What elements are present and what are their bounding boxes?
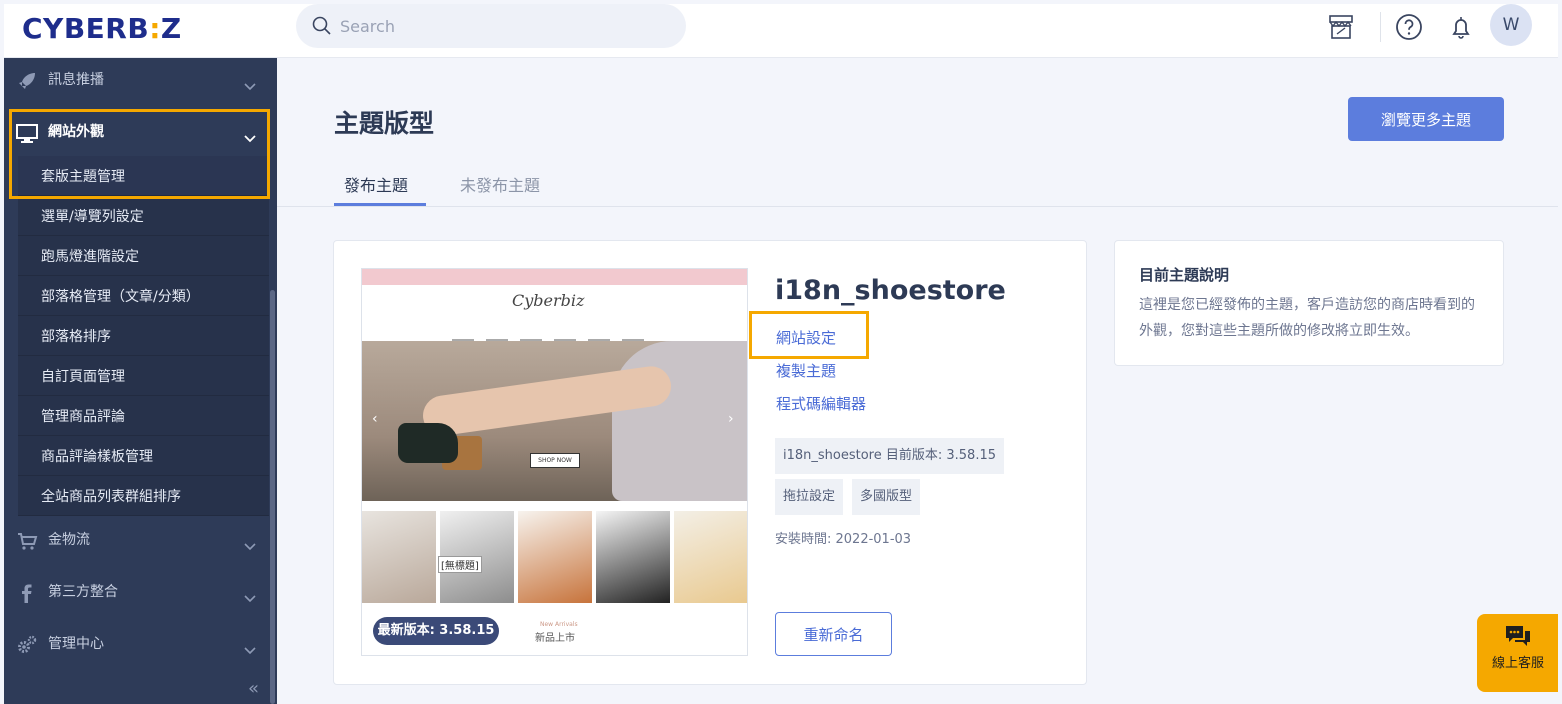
multi-country-tag: 多國版型 [852, 479, 921, 515]
drag-setting-tag: 拖拉設定 [775, 479, 844, 515]
sidebar-scrollbar[interactable] [270, 290, 275, 704]
browse-more-themes-button[interactable]: 瀏覽更多主題 [1348, 97, 1504, 141]
sidebar-item-reviews[interactable]: 管理商品評論 [18, 396, 269, 436]
preview-logo: Cyberbiz [512, 291, 585, 310]
sidebar-group-third-party[interactable]: 第三方整合 [4, 570, 269, 616]
store-icon[interactable] [1326, 12, 1356, 42]
preview-top-strip [362, 269, 747, 285]
rename-button[interactable]: 重新命名 [775, 612, 892, 656]
chevron-down-icon [244, 640, 256, 659]
sidebar-group-label: 管理中心 [48, 636, 104, 652]
cart-icon [16, 530, 38, 552]
sidebar-item-blog-order[interactable]: 部落格排序 [18, 316, 269, 356]
highlight-frame-sidebar [9, 109, 270, 199]
sidebar-group-label: 金物流 [48, 532, 90, 548]
info-title: 目前主題說明 [1139, 266, 1230, 284]
sidebar-item-label: 自訂頁面管理 [41, 369, 125, 385]
rocket-icon [16, 70, 38, 92]
search-box[interactable] [296, 4, 686, 48]
current-version-tag: i18n_shoestore 目前版本: 3.58.15 [775, 438, 1005, 474]
sidebar-item-menu-settings[interactable]: 選單/導覽列設定 [18, 196, 269, 236]
chevron-right-icon: › [728, 411, 734, 427]
chevron-down-icon [244, 588, 256, 607]
preview-hero-banner: SHOP NOW ‹ › [362, 341, 747, 501]
bell-icon[interactable] [1446, 12, 1476, 42]
page-title: 主題版型 [334, 109, 435, 138]
sidebar-item-custom-pages[interactable]: 自訂頁面管理 [18, 356, 269, 396]
sidebar-item-blog-management[interactable]: 部落格管理（文章/分類） [18, 276, 269, 316]
help-icon[interactable] [1394, 12, 1424, 42]
header-divider [1380, 12, 1381, 42]
sidebar-group-admin-center[interactable]: 管理中心 [4, 622, 269, 668]
sidebar-item-label: 全站商品列表群組排序 [41, 489, 181, 505]
sidebar-item-marquee-settings[interactable]: 跑馬燈進階設定 [18, 236, 269, 276]
preview-untitled-label: [無標題] [438, 556, 482, 573]
theme-name: i18n_shoestore [775, 275, 1006, 306]
sidebar-item-product-list-groups[interactable]: 全站商品列表群組排序 [18, 476, 269, 516]
code-editor-link[interactable]: 程式碼編輯器 [776, 393, 866, 414]
preview-product-thumbnails [362, 511, 747, 603]
highlight-frame-site-settings [749, 311, 869, 359]
online-support-label: 線上客服 [1492, 656, 1545, 671]
user-avatar[interactable]: W [1490, 4, 1532, 46]
chat-icon [1503, 624, 1533, 654]
chevron-left-icon: ‹ [372, 411, 378, 427]
preview-shop-now: SHOP NOW [530, 453, 580, 468]
preview-new-arrivals: 新品上市 [535, 633, 575, 644]
sidebar-item-label: 部落格排序 [41, 329, 111, 345]
sidebar-item-label: 跑馬燈進階設定 [41, 249, 139, 265]
sidebar-item-label: 部落格管理（文章/分類） [41, 289, 200, 305]
sidebar-item-label: 商品評論樣板管理 [41, 449, 153, 465]
sidebar-group-label: 第三方整合 [48, 584, 118, 600]
search-icon [312, 16, 332, 40]
chevron-down-icon [244, 76, 256, 95]
chevron-down-icon [244, 536, 256, 555]
install-time: 安裝時間: 2022-01-03 [775, 532, 912, 547]
sidebar-group-label: 訊息推播 [48, 72, 104, 88]
preview-nav [452, 327, 672, 342]
tabs-divider [277, 206, 1558, 207]
theme-preview-image: Cyberbiz SHOP NOW ‹ › [無標題] New Arrivals… [361, 268, 748, 656]
cyberbiz-logo[interactable]: CYBERB:Z [22, 12, 182, 45]
logo-text-left: CYBERB [22, 12, 150, 45]
sidebar-group-logistics[interactable]: 金物流 [4, 518, 269, 564]
logo-colon: : [149, 12, 161, 45]
sidebar-item-label: 選單/導覽列設定 [41, 209, 144, 225]
search-input[interactable] [340, 14, 660, 38]
online-support-button[interactable]: 線上客服 [1477, 614, 1558, 692]
duplicate-theme-link[interactable]: 複製主題 [776, 360, 836, 381]
collapse-sidebar-button[interactable]: « [248, 678, 259, 699]
logo-text-right: Z [160, 12, 182, 45]
info-body: 這裡是您已經發佈的主題，客戶造訪您的商店時看到的外觀，您對這些主題所做的修改將立… [1139, 297, 1475, 339]
latest-version-badge: 最新版本: 3.58.15 [373, 617, 499, 645]
facebook-icon [16, 582, 38, 604]
top-bar: CYBERB:Z W [4, 4, 1558, 58]
tab-unpublished[interactable]: 未發布主題 [460, 172, 540, 196]
sidebar-item-label: 管理商品評論 [41, 409, 125, 425]
gears-icon [16, 634, 38, 656]
sidebar-item-review-templates[interactable]: 商品評論樣板管理 [18, 436, 269, 476]
sidebar-group-push[interactable]: 訊息推播 [4, 58, 269, 104]
tab-published[interactable]: 發布主題 [344, 172, 408, 196]
preview-new-arrivals-en: New Arrivals [540, 621, 578, 628]
